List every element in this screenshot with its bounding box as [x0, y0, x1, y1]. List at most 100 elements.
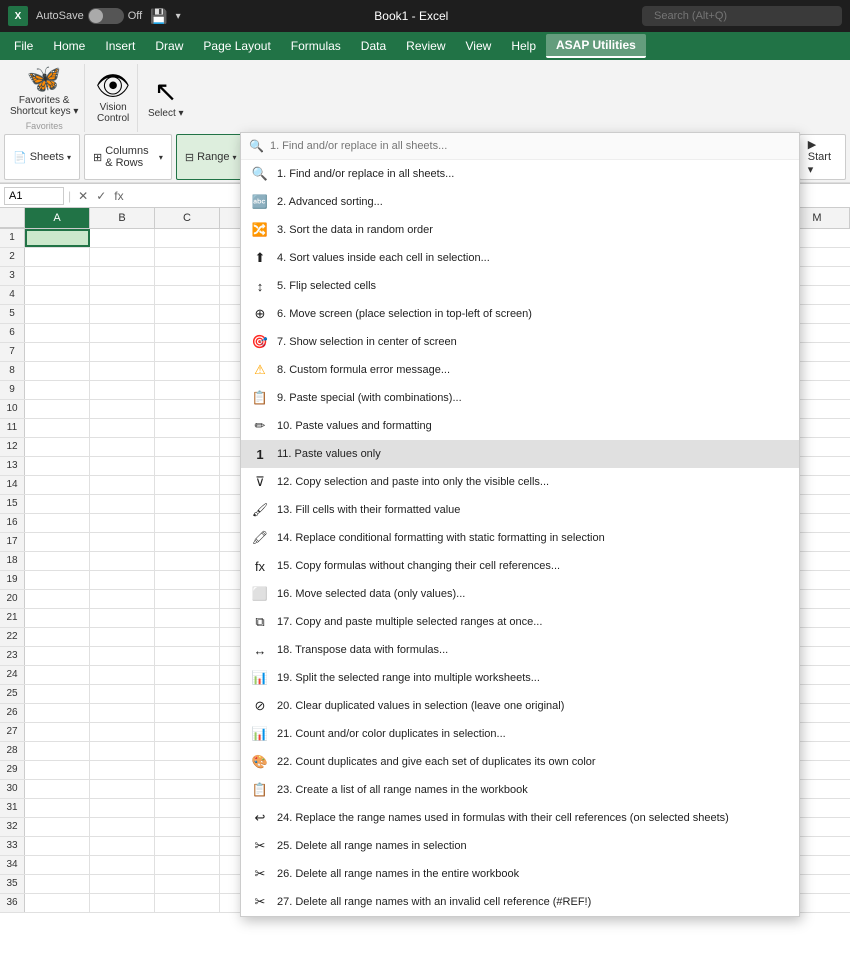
- grid-cell[interactable]: [90, 267, 155, 285]
- list-item[interactable]: 🔍1. Find and/or replace in all sheets...: [241, 160, 799, 188]
- grid-cell[interactable]: [155, 324, 220, 342]
- grid-cell[interactable]: [155, 875, 220, 893]
- grid-cell[interactable]: [90, 723, 155, 741]
- grid-cell[interactable]: [90, 305, 155, 323]
- grid-cell[interactable]: [25, 400, 90, 418]
- grid-cell[interactable]: [90, 229, 155, 247]
- grid-cell[interactable]: [25, 419, 90, 437]
- grid-cell[interactable]: [155, 647, 220, 665]
- grid-cell[interactable]: [90, 742, 155, 760]
- list-item[interactable]: ⬜16. Move selected data (only values)...: [241, 580, 799, 608]
- grid-cell[interactable]: [90, 533, 155, 551]
- grid-cell[interactable]: [90, 818, 155, 836]
- grid-cell[interactable]: [90, 362, 155, 380]
- list-item[interactable]: fx15. Copy formulas without changing the…: [241, 552, 799, 580]
- grid-cell[interactable]: [25, 723, 90, 741]
- grid-cell[interactable]: [90, 799, 155, 817]
- menu-review[interactable]: Review: [396, 35, 455, 57]
- list-item[interactable]: 🎯7. Show selection in center of screen: [241, 328, 799, 356]
- grid-cell[interactable]: [90, 476, 155, 494]
- autosave-toggle[interactable]: [88, 8, 124, 24]
- grid-cell[interactable]: [25, 875, 90, 893]
- search-input[interactable]: [642, 6, 842, 26]
- list-item[interactable]: 📋23. Create a list of all range names in…: [241, 776, 799, 804]
- menu-data[interactable]: Data: [351, 35, 396, 57]
- grid-cell[interactable]: [90, 419, 155, 437]
- grid-cell[interactable]: [155, 552, 220, 570]
- grid-cell[interactable]: [155, 286, 220, 304]
- grid-cell[interactable]: [90, 438, 155, 456]
- grid-cell[interactable]: [90, 609, 155, 627]
- grid-cell[interactable]: [25, 894, 90, 912]
- col-header-B[interactable]: B: [90, 208, 155, 228]
- list-item[interactable]: ⧉17. Copy and paste multiple selected ra…: [241, 608, 799, 636]
- menu-insert[interactable]: Insert: [95, 35, 145, 57]
- grid-cell[interactable]: [25, 628, 90, 646]
- grid-cell[interactable]: [90, 704, 155, 722]
- grid-cell[interactable]: [25, 362, 90, 380]
- list-item[interactable]: 📊19. Split the selected range into multi…: [241, 664, 799, 692]
- list-item[interactable]: ✏10. Paste values and formatting: [241, 412, 799, 440]
- insert-function-btn[interactable]: fx: [111, 189, 126, 203]
- grid-cell[interactable]: [25, 704, 90, 722]
- grid-cell[interactable]: [90, 400, 155, 418]
- list-item[interactable]: ↩24. Replace the range names used in for…: [241, 804, 799, 832]
- cell-reference[interactable]: [4, 187, 64, 205]
- list-item[interactable]: 111. Paste values only: [241, 440, 799, 468]
- grid-cell[interactable]: [155, 362, 220, 380]
- grid-cell[interactable]: [155, 685, 220, 703]
- grid-cell[interactable]: [155, 248, 220, 266]
- grid-cell[interactable]: [25, 685, 90, 703]
- grid-cell[interactable]: [25, 552, 90, 570]
- list-item[interactable]: 🔀3. Sort the data in random order: [241, 216, 799, 244]
- grid-cell[interactable]: [90, 552, 155, 570]
- grid-cell[interactable]: [25, 799, 90, 817]
- tab-columns-rows[interactable]: ⊞ Columns & Rows ▾: [84, 134, 172, 180]
- grid-cell[interactable]: [155, 476, 220, 494]
- grid-cell[interactable]: [155, 457, 220, 475]
- tab-sheets[interactable]: 📄 Sheets ▾: [4, 134, 80, 180]
- col-header-C[interactable]: C: [155, 208, 220, 228]
- grid-cell[interactable]: [90, 248, 155, 266]
- list-item[interactable]: ↔18. Transpose data with formulas...: [241, 636, 799, 664]
- list-item[interactable]: 📋9. Paste special (with combinations)...: [241, 384, 799, 412]
- grid-cell[interactable]: [25, 856, 90, 874]
- confirm-formula-btn[interactable]: ✓: [93, 189, 109, 203]
- menu-help[interactable]: Help: [501, 35, 546, 57]
- grid-cell[interactable]: [155, 628, 220, 646]
- menu-asap[interactable]: ASAP Utilities: [546, 34, 646, 58]
- list-item[interactable]: ↕5. Flip selected cells: [241, 272, 799, 300]
- grid-cell[interactable]: [25, 457, 90, 475]
- grid-cell[interactable]: [90, 837, 155, 855]
- grid-cell[interactable]: [155, 400, 220, 418]
- grid-cell[interactable]: [155, 381, 220, 399]
- grid-cell[interactable]: [25, 248, 90, 266]
- grid-cell[interactable]: [25, 514, 90, 532]
- grid-cell[interactable]: [155, 590, 220, 608]
- grid-cell[interactable]: [155, 495, 220, 513]
- grid-cell[interactable]: [90, 666, 155, 684]
- tab-start[interactable]: ▶ Start ▾: [799, 134, 846, 180]
- grid-cell[interactable]: [25, 609, 90, 627]
- list-item[interactable]: ⊘20. Clear duplicated values in selectio…: [241, 692, 799, 720]
- col-header-A[interactable]: A: [25, 208, 90, 228]
- grid-cell[interactable]: [25, 590, 90, 608]
- grid-cell[interactable]: [25, 533, 90, 551]
- grid-cell[interactable]: [155, 856, 220, 874]
- grid-cell[interactable]: [90, 894, 155, 912]
- grid-cell[interactable]: [155, 343, 220, 361]
- grid-cell[interactable]: [25, 229, 90, 247]
- grid-cell[interactable]: [90, 514, 155, 532]
- grid-cell[interactable]: [155, 609, 220, 627]
- grid-cell[interactable]: [155, 761, 220, 779]
- grid-cell[interactable]: [90, 685, 155, 703]
- grid-cell[interactable]: [25, 476, 90, 494]
- grid-cell[interactable]: [90, 286, 155, 304]
- grid-cell[interactable]: [25, 438, 90, 456]
- grid-cell[interactable]: [155, 894, 220, 912]
- list-item[interactable]: 🔤2. Advanced sorting...: [241, 188, 799, 216]
- menu-view[interactable]: View: [456, 35, 502, 57]
- grid-cell[interactable]: [25, 666, 90, 684]
- grid-cell[interactable]: [155, 723, 220, 741]
- grid-cell[interactable]: [25, 780, 90, 798]
